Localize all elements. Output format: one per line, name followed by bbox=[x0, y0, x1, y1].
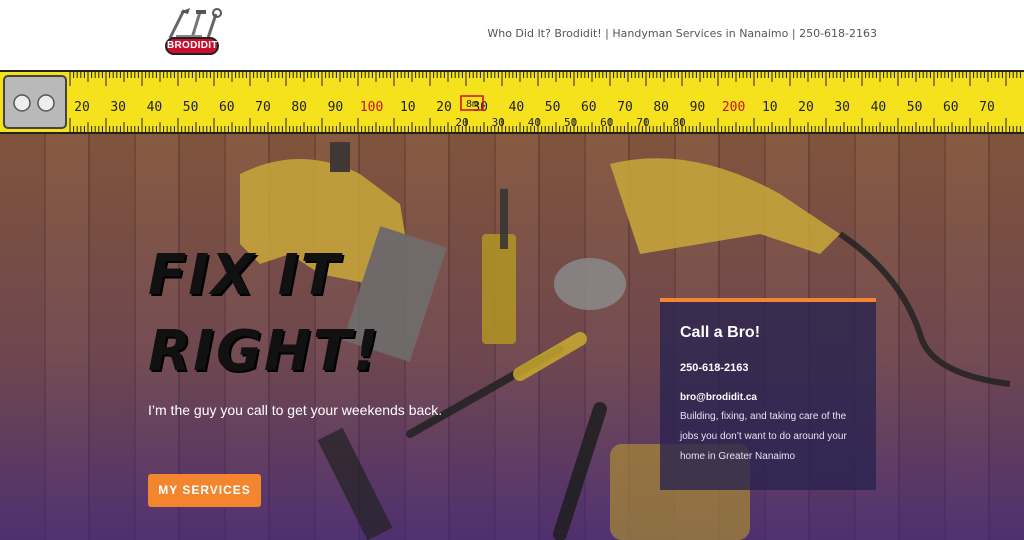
tape-measure-graphic: 20 30 40 50 60 70 80 90 100 10 20 30 40 50 60 70 80 90 200… bbox=[3, 72, 1021, 132]
site-header: BRODIDIT Who Did It? Brodidit! | Handyma… bbox=[0, 0, 1024, 70]
hammer-icon bbox=[317, 427, 393, 540]
tape-number: 70 bbox=[979, 100, 995, 115]
tape-number: 50 bbox=[183, 100, 199, 115]
tape-number: 40 bbox=[509, 100, 525, 115]
tape-number: 10 bbox=[400, 100, 416, 115]
tape-lower-number: 20 bbox=[455, 116, 468, 129]
hook-rivet-right bbox=[37, 94, 55, 112]
tape-number: 10 bbox=[762, 100, 778, 115]
tape-number: 40 bbox=[871, 100, 887, 115]
tape-number: 60 bbox=[943, 100, 959, 115]
card-description: Building, fixing, and taking care of the… bbox=[680, 411, 847, 462]
tape-number: 100 bbox=[360, 100, 383, 115]
tape-number: 60 bbox=[581, 100, 597, 115]
tape-measure-banner: 20 30 40 50 60 70 80 90 100 10 20 30 40 50 60 70 80 90 200… bbox=[0, 70, 1024, 134]
tape-lower-number: 80 bbox=[673, 116, 686, 129]
tape-number: 70 bbox=[255, 100, 271, 115]
tape-number: 20 bbox=[798, 100, 814, 115]
allen-keys-icon bbox=[482, 234, 516, 344]
tape-number: 70 bbox=[617, 100, 633, 115]
tape-number: 50 bbox=[907, 100, 923, 115]
tape-number: 60 bbox=[219, 100, 235, 115]
hero-subtitle: I’m the guy you call to get your weekend… bbox=[148, 402, 443, 418]
tape-number: 90 bbox=[328, 100, 344, 115]
hero-section: FIX IT RIGHT! I’m the guy you call to ge… bbox=[0, 134, 1024, 540]
tape-number: 80 bbox=[291, 100, 307, 115]
tape-number: 90 bbox=[690, 100, 706, 115]
tape-number: 200 bbox=[722, 100, 745, 115]
hook-rivet-left bbox=[13, 94, 31, 112]
tape-number: 30 bbox=[834, 100, 850, 115]
contact-card: Call a Bro! 250-618-2163 bro@brodidit.ca… bbox=[660, 298, 876, 490]
brodidit-logo[interactable]: BRODIDIT bbox=[162, 6, 222, 58]
tape-lower-number: 50 bbox=[564, 116, 577, 129]
tape-number: 20 bbox=[74, 100, 90, 115]
tape-number: 30 bbox=[110, 100, 126, 115]
screwdriver-2-icon bbox=[553, 402, 607, 540]
tape-number: 40 bbox=[147, 100, 163, 115]
tape-lower-number: 60 bbox=[600, 116, 613, 129]
tape-number: 80 bbox=[653, 100, 669, 115]
tape-marker: 8m bbox=[466, 99, 478, 110]
my-services-button[interactable]: MY SERVICES bbox=[148, 474, 261, 507]
card-email[interactable]: bro@brodidit.ca bbox=[680, 392, 856, 403]
tape-number: 20 bbox=[436, 100, 452, 115]
tape-lower-number: 30 bbox=[492, 116, 505, 129]
tape-lower-number: 70 bbox=[636, 116, 649, 129]
header-tagline: Who Did It? Brodidit! | Handyman Service… bbox=[487, 27, 877, 40]
tape-number: 50 bbox=[545, 100, 561, 115]
tape-hook bbox=[3, 75, 67, 129]
tools-icon bbox=[168, 8, 222, 39]
logo-text: BRODIDIT bbox=[165, 37, 219, 55]
card-title: Call a Bro! bbox=[680, 324, 761, 341]
card-phone[interactable]: 250-618-2163 bbox=[680, 362, 856, 374]
hero-title: FIX IT RIGHT! bbox=[148, 243, 381, 384]
tape-lower-number: 40 bbox=[528, 116, 541, 129]
